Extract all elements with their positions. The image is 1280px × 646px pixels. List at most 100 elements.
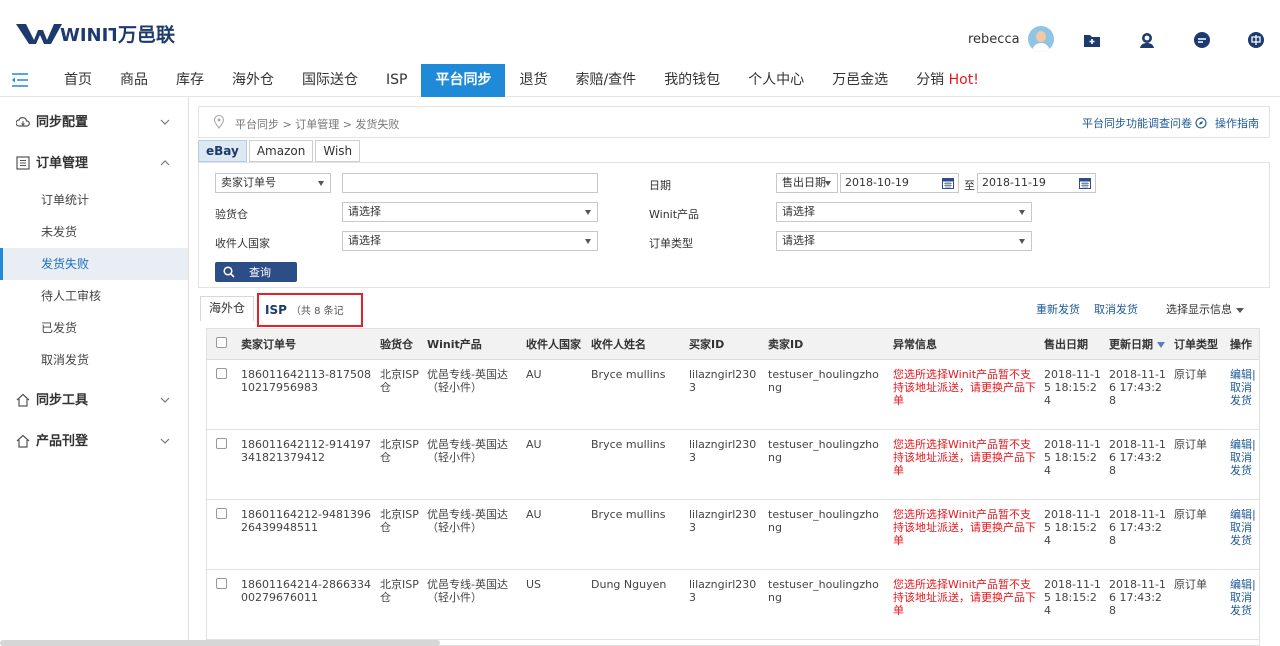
updated-date: 2018-11-16 17:43:28 <box>1105 429 1170 500</box>
winit-product-select[interactable]: 请选择 <box>776 202 1032 222</box>
select-all-checkbox[interactable] <box>216 336 227 348</box>
sold-date: 2018-11-15 18:15:24 <box>1040 359 1105 430</box>
avatar[interactable] <box>1027 26 1054 52</box>
menu-toggle-icon[interactable] <box>12 73 28 87</box>
horizontal-scrollbar[interactable] <box>0 640 440 646</box>
breadcrumb: 平台同步 > 订单管理 > 发货失败 平台同步功能调查问卷 操作指南 <box>198 106 1270 138</box>
order-number-input[interactable] <box>342 173 598 193</box>
nav-international-delivery[interactable]: 国际送仓 <box>288 64 372 97</box>
recipient-name: Dung Nguyen <box>587 569 685 640</box>
survey-link[interactable]: 平台同步功能调查问卷 <box>1082 115 1192 131</box>
guide-link[interactable]: 操作指南 <box>1215 115 1259 131</box>
logo-text: 万邑联 <box>118 23 176 46</box>
order-number-type-select[interactable]: 卖家订单号 <box>215 173 331 193</box>
col-error-info: 异常信息 <box>889 329 1040 360</box>
country-select[interactable]: 请选择 <box>342 231 598 251</box>
display-options-dropdown[interactable]: 选择显示信息 <box>1152 301 1244 317</box>
chevron-down-icon <box>160 438 170 444</box>
dropdown-arrow-icon <box>318 181 324 186</box>
col-sold-date: 售出日期 <box>1040 329 1105 360</box>
sidebar-item-pending-review[interactable]: 待人工审核 <box>0 280 188 312</box>
col-actions: 操作 <box>1226 329 1259 360</box>
buyer-id: lilazngirl2303 <box>685 569 764 640</box>
warehouse-select-value: 请选择 <box>348 205 381 218</box>
orders-table: 卖家订单号 验货仓 Winit产品 收件人国家 收件人姓名 买家ID 卖家ID … <box>206 328 1260 646</box>
nav-wallet[interactable]: 我的钱包 <box>650 64 734 97</box>
warehouse-select[interactable]: 请选择 <box>342 202 598 222</box>
sidebar-item-order-stats[interactable]: 订单统计 <box>0 184 188 216</box>
nav-isp[interactable]: ISP <box>372 64 421 97</box>
row-checkbox-cell <box>207 499 237 570</box>
row-checkbox[interactable] <box>216 367 227 379</box>
tab-ebay[interactable]: eBay <box>198 140 247 162</box>
sidebar-group-sync-config[interactable]: 同步配置 <box>0 102 188 143</box>
sidebar-group-label: 订单管理 <box>36 156 89 171</box>
col-buyer-id: 买家ID <box>685 329 764 360</box>
nav-winit-select[interactable]: 万邑金选 <box>818 64 902 97</box>
buyer-id: lilazngirl2303 <box>685 359 764 430</box>
tab-amazon[interactable]: Amazon <box>248 140 314 162</box>
cancel-shipping-button[interactable]: 取消发货 <box>1094 301 1138 317</box>
sidebar-item-cancelled[interactable]: 取消发货 <box>0 344 188 376</box>
svg-text:WINIT: WINIT <box>60 25 116 46</box>
app-header: WINIT 万邑联 rebecca <box>0 0 1280 64</box>
user-menu[interactable]: rebecca <box>968 26 1054 52</box>
nav-inventory[interactable]: 库存 <box>162 64 218 97</box>
sidebar-item-shipping-failed[interactable]: 发货失败 <box>0 248 188 280</box>
nav-home[interactable]: 首页 <box>50 64 106 97</box>
recipient-country: AU <box>522 499 587 570</box>
nav-distribution[interactable]: 分销 Hot! <box>902 64 993 97</box>
warehouse: 北京ISP仓 <box>376 359 423 430</box>
row-actions[interactable]: 编辑|取消发货 <box>1226 429 1259 500</box>
winit-product: 优邑专线-英国达（轻小件） <box>423 499 522 570</box>
order-type-select[interactable]: 请选择 <box>776 231 1032 251</box>
nav-claims[interactable]: 索赔/查件 <box>561 64 650 97</box>
date-to-input[interactable]: 2018-11-19 <box>977 173 1096 193</box>
date-label: 日期 <box>649 179 671 192</box>
tab-isp[interactable]: ISP（共 8 条记录） <box>257 293 363 349</box>
winit-product-label: Winit产品 <box>649 208 700 221</box>
error-message: 您选所选择Winit产品暂不支持该地址派送，请更换产品下单 <box>889 569 1040 640</box>
nav-products[interactable]: 商品 <box>106 64 162 97</box>
tab-wish[interactable]: Wish <box>315 140 361 162</box>
col-updated-date[interactable]: 更新日期 <box>1105 329 1170 360</box>
chevron-down-icon <box>160 397 170 403</box>
nav-returns[interactable]: 退货 <box>505 64 561 97</box>
winit-product: 优邑专线-英国达（轻小件） <box>423 359 522 430</box>
folder-icon[interactable] <box>1082 30 1102 50</box>
dropdown-arrow-icon <box>1019 239 1025 244</box>
nav-platform-sync[interactable]: 平台同步 <box>421 64 506 97</box>
sidebar-group-label: 同步工具 <box>36 393 89 408</box>
row-actions[interactable]: 编辑|取消发货 <box>1226 359 1259 430</box>
table-row: 186011642113-81750810217956983 北京ISP仓 优邑专线… <box>207 359 1259 430</box>
row-actions[interactable]: 编辑|取消发货 <box>1226 499 1259 570</box>
sidebar-group-sync-tools[interactable]: 同步工具 <box>0 380 188 421</box>
country-label: 收件人国家 <box>215 237 270 250</box>
row-actions[interactable]: 编辑|取消发货 <box>1226 569 1259 640</box>
chat-icon[interactable] <box>1192 30 1212 50</box>
home-product-icon <box>16 434 30 448</box>
nav-overseas-warehouse[interactable]: 海外仓 <box>218 64 288 97</box>
row-checkbox[interactable] <box>216 577 227 589</box>
query-button[interactable]: 查询 <box>215 262 297 282</box>
user-support-icon[interactable] <box>1137 30 1157 50</box>
order-number: 18601164212-948139626439948511 <box>237 499 376 570</box>
sidebar-group-order-management[interactable]: 订单管理 <box>0 143 188 184</box>
nav-personal-center[interactable]: 个人中心 <box>734 64 818 97</box>
sidebar-group-product-listing[interactable]: 产品刊登 <box>0 421 188 462</box>
resend-button[interactable]: 重新发货 <box>1036 301 1080 317</box>
sidebar-item-unshipped[interactable]: 未发货 <box>0 216 188 248</box>
sold-date: 2018-11-15 18:15:24 <box>1040 499 1105 570</box>
date-from-input[interactable]: 2018-10-19 <box>840 173 959 193</box>
calendar-icon[interactable] <box>942 177 954 189</box>
row-checkbox[interactable] <box>216 437 227 449</box>
date-type-select[interactable]: 售出日期 <box>776 173 838 193</box>
sidebar-item-shipped[interactable]: 已发货 <box>0 312 188 344</box>
winit-logo[interactable]: WINIT 万邑联 <box>16 16 175 50</box>
language-icon[interactable] <box>1246 30 1266 50</box>
calendar-icon[interactable] <box>1079 177 1091 189</box>
main-nav: 首页 商品 库存 海外仓 国际送仓 ISP 平台同步 退货 索赔/查件 我的钱包… <box>0 64 1280 97</box>
tab-overseas-warehouse[interactable]: 海外仓 <box>200 296 255 321</box>
recipient-name: Bryce mullins <box>587 359 685 430</box>
row-checkbox[interactable] <box>216 507 227 519</box>
